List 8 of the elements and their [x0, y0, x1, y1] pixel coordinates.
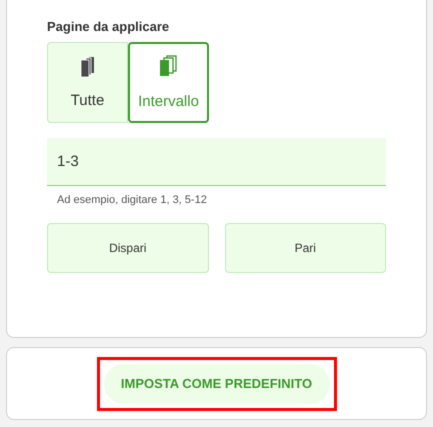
parity-button[interactable]: Pari	[224, 223, 386, 273]
parity-button[interactable]: Dispari	[47, 223, 208, 273]
hint-text: Ad esempio, digitare 1, 3, 5-12	[57, 193, 208, 208]
page-mode-toggle[interactable]: Intervallo	[128, 42, 209, 123]
section-title: Pagine da applicare	[47, 18, 170, 36]
page-mode-toggle[interactable]: Tutte	[47, 42, 128, 123]
documents-icon	[158, 54, 180, 78]
range-input-field[interactable]: 1-3	[47, 138, 386, 186]
